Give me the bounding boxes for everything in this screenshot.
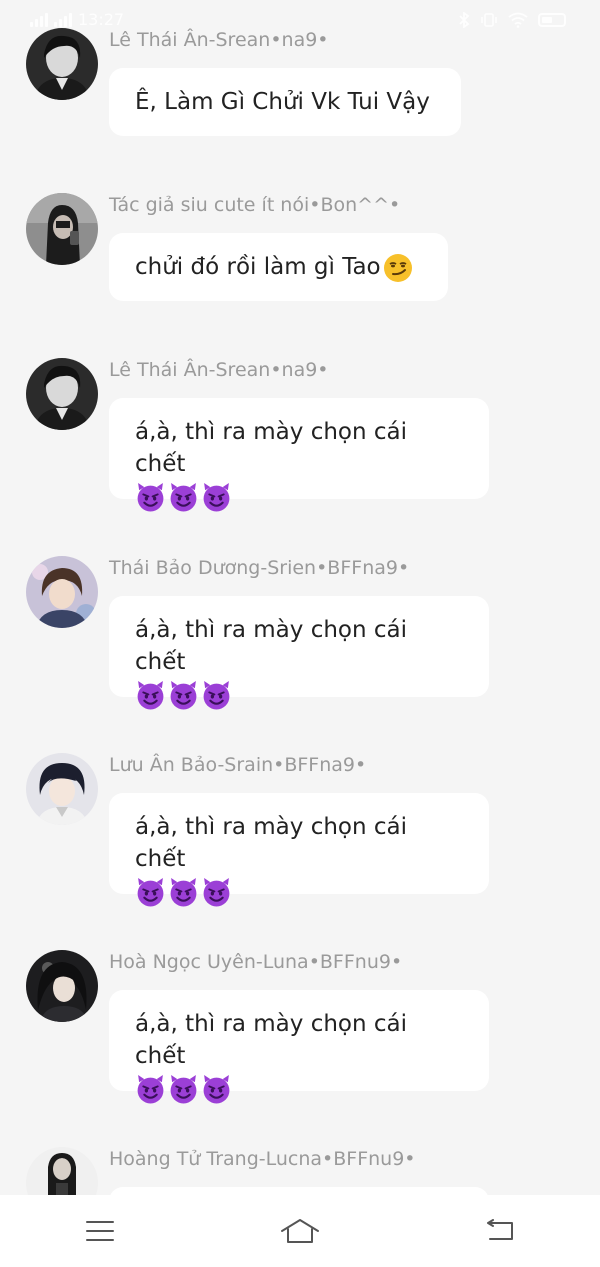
chat-screen: 13:27 Lê Thái Ân-Srean•na9• Ê, Làm Gì Ch… — [0, 0, 600, 1267]
message-text: á,à, thì ra mày chọn cái chết — [135, 617, 408, 675]
message-text: chửi đó rồi làm gì Tao — [135, 254, 381, 280]
avatar[interactable] — [26, 358, 98, 430]
back-button[interactable] — [470, 1209, 530, 1253]
message-text: Ê, Làm Gì Chửi Vk Tui Vậy — [135, 89, 430, 115]
message-bubble[interactable]: á,à, thì ra mày chọn cái chết — [109, 398, 489, 512]
devil-emoji-icon — [203, 483, 230, 512]
home-button[interactable] — [270, 1209, 330, 1253]
avatar[interactable] — [26, 556, 98, 628]
sender-name: Thái Bảo Dương-Srien•BFFna9• — [109, 557, 410, 579]
message-bubble[interactable]: chửi đó rồi làm gì Tao — [109, 233, 448, 301]
message-bubble[interactable]: á,à, thì ra mày chọn cái chết — [109, 793, 489, 907]
avatar[interactable] — [26, 28, 98, 100]
sender-name: Hoàng Tử Trang-Lucna•BFFnu9• — [109, 1148, 416, 1170]
menu-icon — [86, 1221, 114, 1241]
message-list[interactable]: Lê Thái Ân-Srean•na9• Ê, Làm Gì Chửi Vk … — [0, 0, 600, 1195]
devil-emoji-icon — [137, 483, 164, 512]
devil-emoji-icon — [203, 1075, 230, 1104]
avatar[interactable] — [26, 753, 98, 825]
avatar[interactable] — [26, 1147, 98, 1195]
emoji-row — [135, 680, 463, 711]
sender-name: Hoà Ngọc Uyên-Luna•BFFnu9• — [109, 951, 403, 973]
devil-emoji-icon — [203, 681, 230, 710]
message-text: á,à, thì ra mày chọn cái chết — [135, 419, 408, 477]
devil-emoji-icon — [137, 1075, 164, 1104]
sender-name: Tác giả siu cute ít nói•Bon^^• — [109, 194, 401, 216]
menu-button[interactable] — [70, 1209, 130, 1253]
message-bubble[interactable] — [109, 1187, 489, 1195]
navigation-bar — [0, 1195, 600, 1267]
sender-name: Lưu Ân Bảo-Srain•BFFna9• — [109, 754, 367, 776]
message-text: á,à, thì ra mày chọn cái chết — [135, 814, 408, 872]
devil-emoji-icon — [137, 878, 164, 907]
avatar[interactable] — [26, 193, 98, 265]
message-text: á,à, thì ra mày chọn cái chết — [135, 1011, 408, 1069]
devil-emoji-icon — [203, 878, 230, 907]
back-icon — [487, 1219, 513, 1240]
emoji-row — [135, 1074, 463, 1105]
message-bubble[interactable]: Ê, Làm Gì Chửi Vk Tui Vậy — [109, 68, 461, 136]
devil-emoji-icon — [137, 681, 164, 710]
devil-emoji-icon — [170, 878, 197, 907]
devil-emoji-icon — [170, 681, 197, 710]
emoji-row — [135, 877, 463, 908]
sender-name: Lê Thái Ân-Srean•na9• — [109, 359, 329, 381]
message-bubble[interactable]: á,à, thì ra mày chọn cái chết — [109, 990, 489, 1104]
message-bubble[interactable]: á,à, thì ra mày chọn cái chết — [109, 596, 489, 710]
smirk-emoji-icon — [383, 253, 412, 282]
home-icon — [281, 1219, 319, 1243]
emoji-row — [135, 482, 463, 513]
avatar[interactable] — [26, 950, 98, 1022]
sender-name: Lê Thái Ân-Srean•na9• — [109, 29, 329, 51]
devil-emoji-icon — [170, 1075, 197, 1104]
devil-emoji-icon — [170, 483, 197, 512]
